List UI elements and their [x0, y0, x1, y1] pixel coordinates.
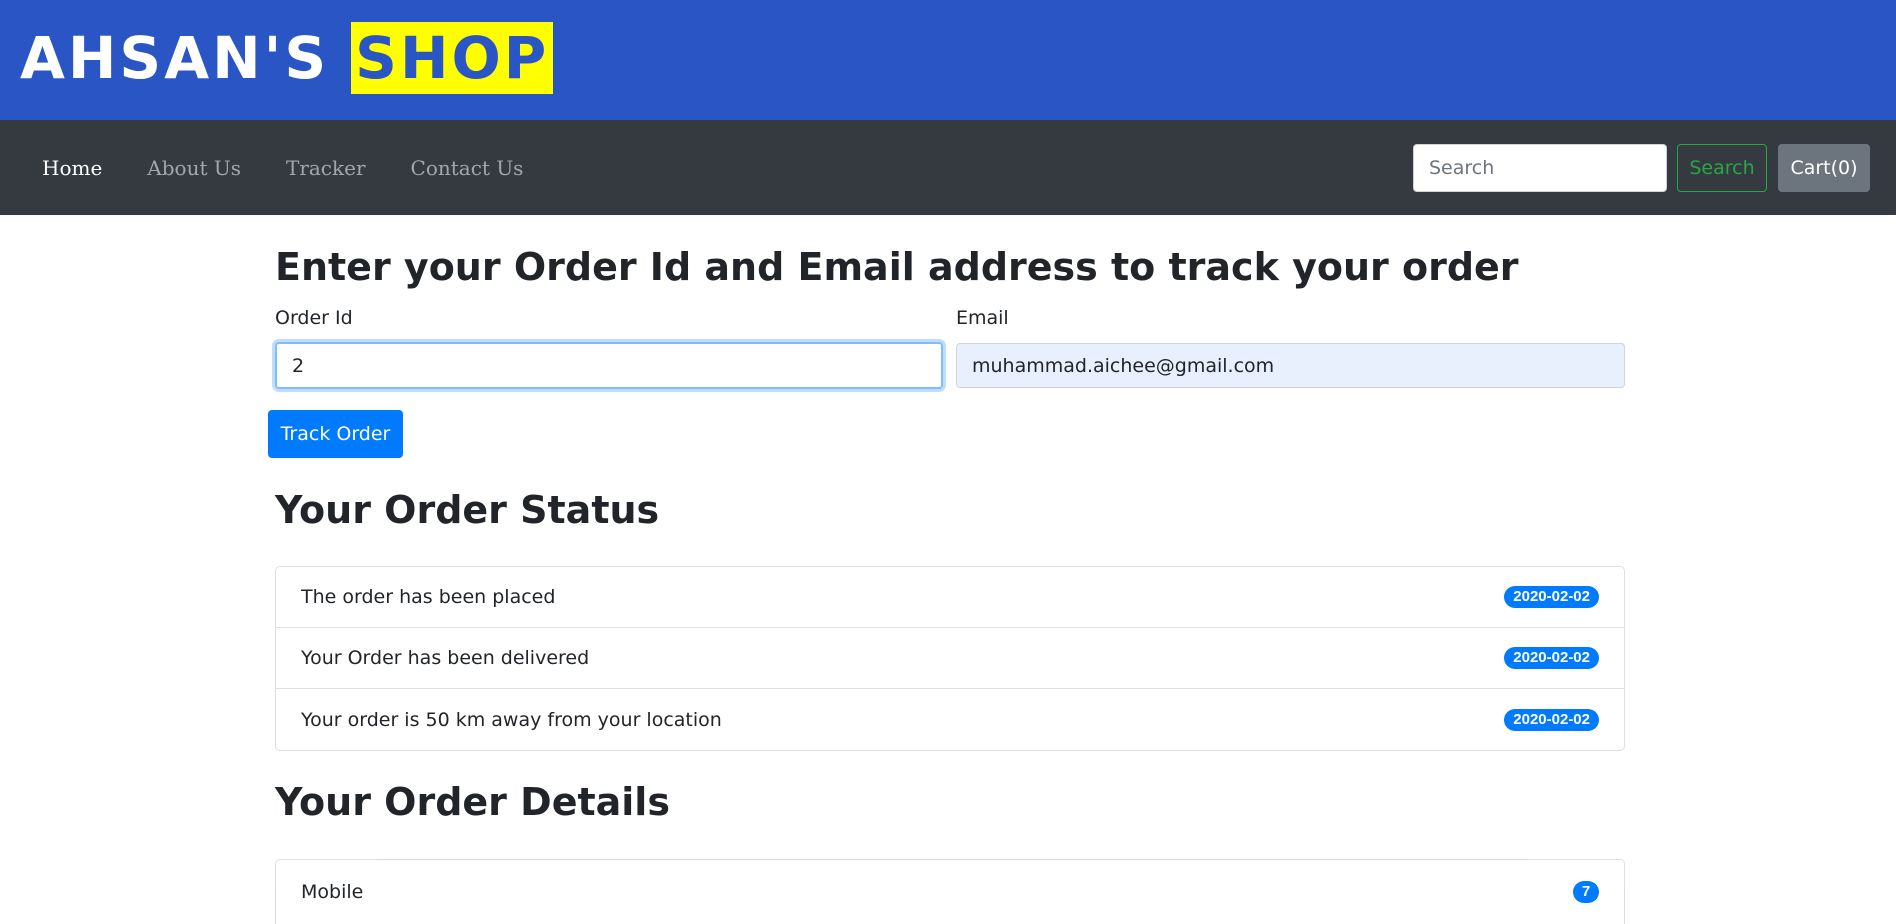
status-text: Your order is 50 km away from your locat…: [301, 708, 722, 731]
item-quantity-badge: 7: [1573, 881, 1599, 903]
email-label: Email: [956, 307, 1009, 329]
status-list-item: Your Order has been delivered 2020-02-02: [276, 628, 1624, 689]
nav-link-about-us[interactable]: About Us: [147, 156, 241, 180]
nav-link-tracker[interactable]: Tracker: [286, 156, 366, 180]
order-details-list: Mobile 7: [275, 859, 1625, 924]
site-logo[interactable]: AHSAN'S SHOP: [20, 22, 554, 94]
order-status-list: The order has been placed 2020-02-02 You…: [275, 566, 1625, 751]
track-order-button[interactable]: Track Order: [268, 410, 403, 458]
item-name: Mobile: [301, 881, 364, 903]
status-text: Your Order has been delivered: [301, 647, 590, 669]
order-details-title: Your Order Details: [275, 780, 670, 824]
brand-name-part2: SHOP: [351, 22, 554, 94]
order-id-label: Order Id: [275, 307, 353, 329]
status-list-item: Your order is 50 km away from your locat…: [276, 689, 1624, 750]
status-date-badge: 2020-02-02: [1504, 708, 1599, 731]
status-date-badge: 2020-02-02: [1504, 586, 1599, 608]
details-list-item: Mobile 7: [276, 860, 1624, 924]
order-status-title: Your Order Status: [275, 488, 660, 532]
email-field[interactable]: [956, 343, 1625, 388]
main-navbar: Home About Us Tracker Contact Us Search …: [0, 120, 1896, 215]
status-date-badge: 2020-02-02: [1504, 647, 1599, 669]
brand-header: AHSAN'S SHOP: [0, 0, 1896, 120]
brand-name-part1: AHSAN'S: [20, 24, 330, 92]
search-input[interactable]: [1413, 143, 1667, 192]
order-id-field[interactable]: [275, 342, 943, 389]
nav-link-home[interactable]: Home: [42, 156, 102, 180]
status-list-item: The order has been placed 2020-02-02: [276, 567, 1624, 628]
search-button[interactable]: Search: [1677, 143, 1767, 192]
tracker-title: Enter your Order Id and Email address to…: [275, 245, 1519, 289]
nav-search-form: Search Cart(0): [1413, 120, 1870, 215]
cart-button[interactable]: Cart(0): [1778, 143, 1870, 192]
status-text: The order has been placed: [301, 586, 556, 608]
nav-link-contact-us[interactable]: Contact Us: [411, 156, 524, 180]
nav-links: Home About Us Tracker Contact Us: [42, 120, 523, 215]
